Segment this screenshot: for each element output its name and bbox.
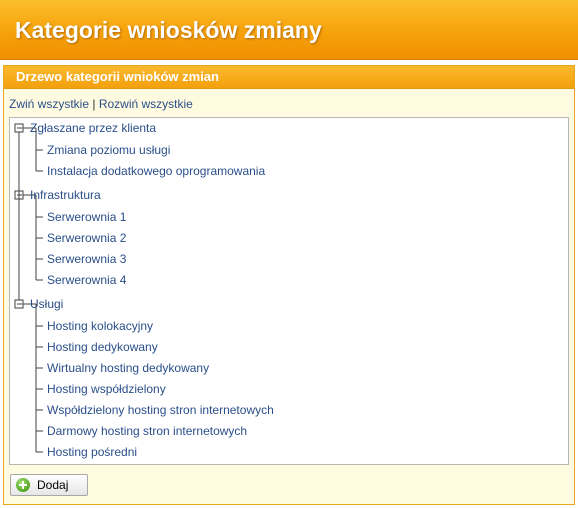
tree-node-item[interactable]: Darmowy hosting stron internetowych [47, 424, 247, 438]
tree-node-item[interactable]: Serwerownia 3 [47, 252, 126, 266]
panel-title: Drzewo kategorii wnioków zmian [4, 66, 574, 89]
links-separator: | [92, 97, 96, 111]
tree-toggle-links: Zwiń wszystkie | Rozwiń wszystkie [9, 97, 193, 111]
category-tree: Zgłaszane przez klienta Zmiana poziomu us… [9, 117, 569, 465]
expand-all-link[interactable]: Rozwiń wszystkie [99, 97, 193, 111]
tree-node-item[interactable]: Serwerownia 2 [47, 231, 126, 245]
tree-node-item[interactable]: Współdzielony hosting stron internetowyc… [47, 403, 274, 417]
tree-node-item[interactable]: Serwerownia 4 [47, 273, 126, 287]
plus-circle-icon [16, 478, 30, 492]
tree-node-category[interactable]: Zgłaszane przez klienta [30, 121, 156, 135]
category-tree-panel: Drzewo kategorii wnioków zmian Zwiń wszy… [3, 65, 575, 505]
tree-node-item[interactable]: Hosting kolokacyjny [47, 319, 153, 333]
tree-node-item[interactable]: Wirtualny hosting dedykowany [47, 361, 209, 375]
tree-node-category[interactable]: Infrastruktura [30, 188, 101, 202]
add-button[interactable]: Dodaj [10, 474, 88, 496]
page-header: Kategorie wniosków zmiany [0, 0, 578, 60]
tree-node-category[interactable]: Usługi [30, 297, 63, 311]
tree-node-item[interactable]: Zmiana poziomu usługi [47, 143, 170, 157]
page-title: Kategorie wniosków zmiany [15, 17, 322, 43]
tree-node-item[interactable]: Hosting współdzielony [47, 382, 166, 396]
collapse-all-link[interactable]: Zwiń wszystkie [9, 97, 89, 111]
tree-node-item[interactable]: Serwerownia 1 [47, 210, 126, 224]
add-button-label: Dodaj [37, 478, 69, 492]
tree-node-item[interactable]: Instalacja dodatkowego oprogramowania [47, 164, 265, 178]
tree-node-item[interactable]: Hosting dedykowany [47, 340, 158, 354]
tree-node-item[interactable]: Hosting pośredni [47, 445, 137, 459]
